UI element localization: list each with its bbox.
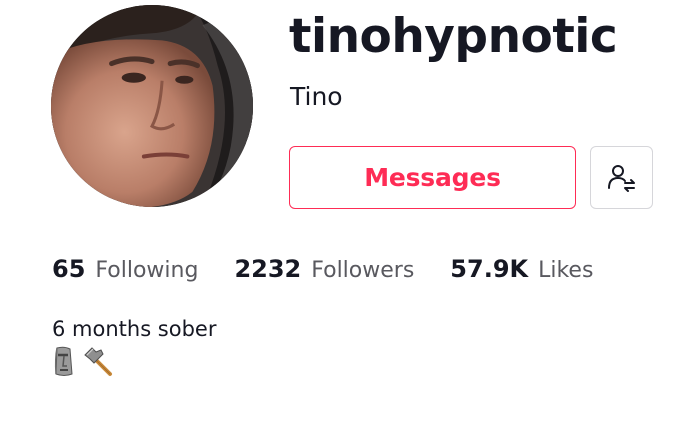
likes-count: 57.9K (450, 255, 529, 283)
user-switch-icon (607, 164, 635, 192)
messages-button-label: Messages (364, 163, 501, 192)
bio-text: 6 months sober (52, 317, 217, 341)
hammer-icon (84, 347, 112, 376)
stat-following[interactable]: 65 Following (52, 255, 198, 283)
messages-button[interactable]: Messages (289, 146, 576, 209)
stat-followers[interactable]: 2232 Followers (234, 255, 414, 283)
avatar-image (51, 5, 253, 207)
bio-emojis (52, 346, 114, 378)
followers-label: Followers (311, 258, 415, 283)
profile-stats: 65 Following 2232 Followers 57.9K Likes (52, 255, 593, 283)
display-name: Tino (290, 82, 343, 111)
likes-label: Likes (538, 258, 594, 283)
moai-icon (54, 346, 73, 376)
user-switch-button[interactable] (590, 146, 653, 209)
avatar[interactable] (51, 5, 253, 207)
username: tinohypnotic (289, 9, 618, 64)
following-count: 65 (52, 255, 86, 283)
following-label: Following (95, 258, 199, 283)
stat-likes: 57.9K Likes (450, 255, 593, 283)
followers-count: 2232 (234, 255, 302, 283)
